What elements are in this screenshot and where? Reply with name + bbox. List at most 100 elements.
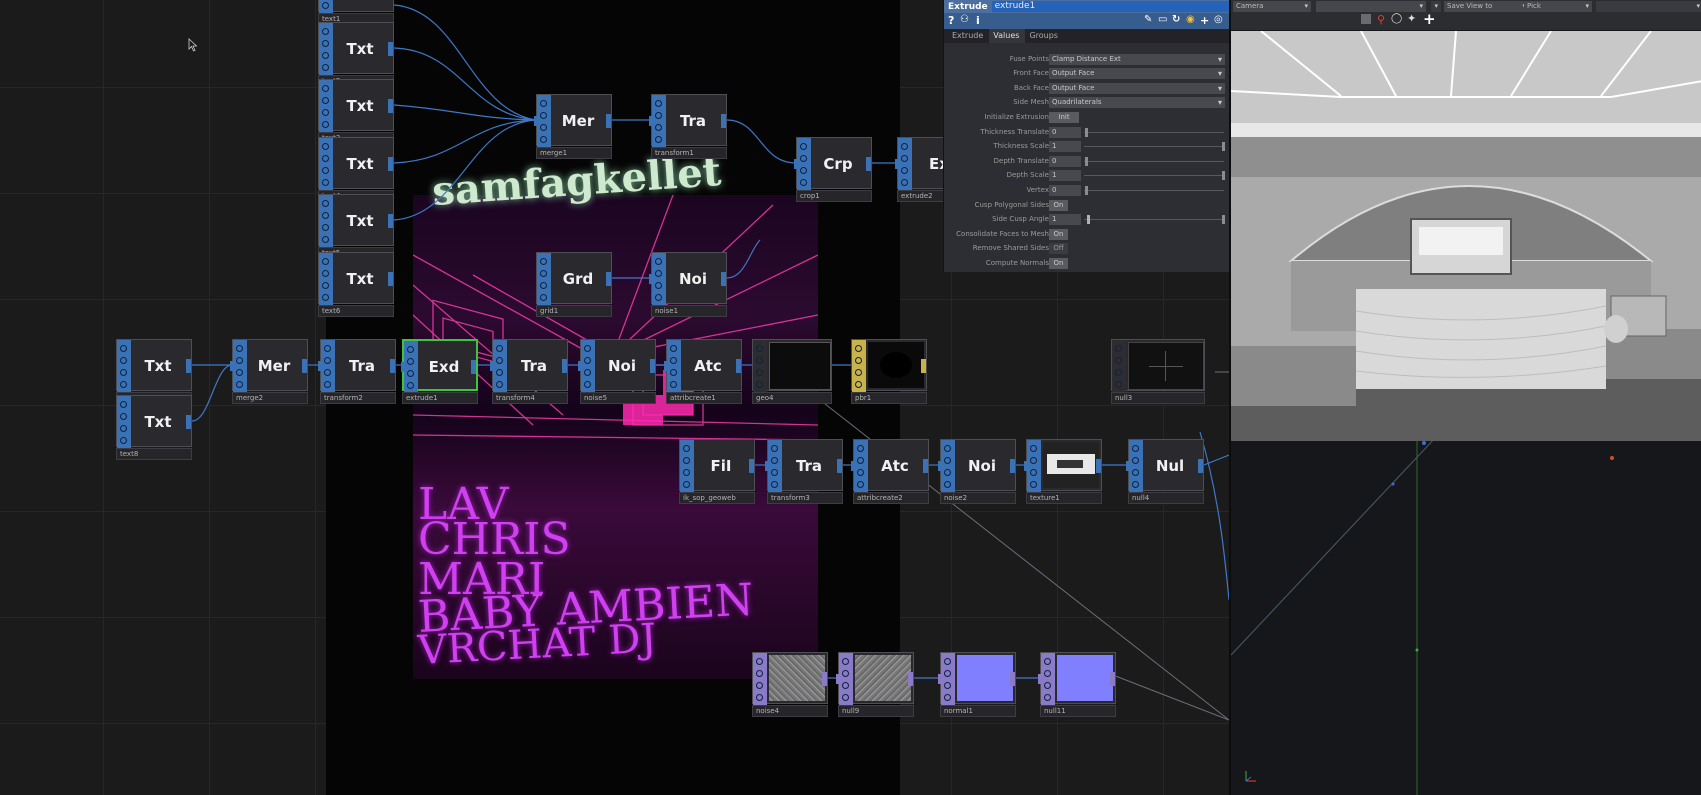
operator-transform2[interactable]: Tra transform2 [318,339,396,405]
vertex-field[interactable]: 0 [1049,185,1081,196]
save-view-select[interactable]: Save View to [1444,1,1529,12]
viewer-blank-field[interactable] [1316,1,1426,12]
param-cusp-polygonal-sides: Cusp Polygonal Sides On [944,199,1231,213]
pencil-icon[interactable]: ✎ [1144,14,1152,25]
operator-transform3[interactable]: Tra transform3 [765,439,843,505]
compute-normals-toggle[interactable]: On [1049,258,1068,269]
wand-icon[interactable]: ✦ [1407,12,1416,25]
operator-crop1[interactable]: Crp crop1 [794,137,872,203]
info-icon[interactable]: i [976,14,980,27]
operator-pbr1[interactable]: pbr1 [851,339,927,405]
operator-type-label: Extrude [948,1,988,12]
operator-null3[interactable]: null3 [1111,339,1205,405]
refresh-icon[interactable]: ↻ [1172,14,1180,25]
depth-translate-field[interactable]: 0 [1049,156,1081,167]
operator-text3[interactable]: Txt text3 [318,79,394,145]
viewer-extra-field[interactable] [1596,1,1701,12]
operator-null4[interactable]: Nul null4 [1126,439,1204,505]
target-icon[interactable]: ◎ [1214,14,1223,25]
snap-icon[interactable]: ⚲ [1377,13,1385,26]
vertex-slider[interactable] [1084,190,1224,191]
viewport-scene[interactable] [1231,30,1701,441]
thickness-scale-field[interactable]: 1 [1049,141,1081,152]
consolidate-faces-toggle[interactable]: On [1049,229,1068,240]
param-vertex: Vertex 0 [944,184,1231,198]
back-face-dropdown[interactable]: Output Face [1049,83,1225,94]
display-options-icon[interactable] [1361,14,1371,24]
param-consolidate-faces: Consolidate Faces to Mesh On [944,228,1231,242]
operator-null9[interactable]: null9 [836,652,914,718]
operator-extrude1-selected[interactable]: Exd extrude1 [401,339,478,405]
thickness-translate-slider[interactable] [1084,132,1224,133]
operator-noise4[interactable]: noise4 [752,652,828,718]
render-icon[interactable]: ◯ [1391,13,1402,24]
operator-geo4[interactable]: geo4 [752,339,832,405]
help-icon[interactable]: ? [948,14,954,27]
operator-text5[interactable]: Txt text5 [318,194,394,260]
tab-groups[interactable]: Groups [1025,29,1064,43]
tab-extrude[interactable]: Extrude [948,29,989,43]
operator-merge1[interactable]: Mer merge1 [534,94,612,160]
depth-scale-field[interactable]: 1 [1049,170,1081,181]
palette-icon[interactable]: ◉ [1186,14,1195,25]
thickness-translate-knob[interactable] [1085,128,1088,137]
param-fuse-points: Fuse Points Clamp Distance Ext [944,53,1231,67]
depth-scale-knob[interactable] [1222,171,1225,180]
operator-normal1[interactable]: normal1 [938,652,1016,718]
front-face-dropdown[interactable]: Output Face [1049,68,1225,79]
depth-translate-slider[interactable] [1084,161,1224,162]
operator-null11[interactable]: null11 [1038,652,1116,718]
param-side-cusp-angle: Side Cusp Angle 1 [944,213,1231,227]
depth-scale-slider[interactable] [1084,175,1224,176]
operator-text6[interactable]: Txt text6 [318,252,394,318]
comment-icon[interactable]: ▭ [1158,14,1167,25]
depth-translate-knob[interactable] [1085,157,1088,166]
param-compute-normals: Compute Normals On [944,257,1231,271]
param-thickness-translate: Thickness Translate 0 [944,126,1231,140]
operator-noise5[interactable]: Noi noise5 [578,339,656,405]
operator-noise1[interactable]: Noi noise1 [649,252,727,318]
operator-attribcreate2[interactable]: Atc attribcreate2 [851,439,929,505]
scene-render [1231,30,1701,441]
side-cusp-angle-knob[interactable] [1087,215,1090,224]
param-depth-scale: Depth Scale 1 [944,169,1231,183]
side-cusp-angle-field[interactable]: 1 [1049,214,1081,225]
param-front-face: Front Face Output Face [944,67,1231,81]
operator-grid1[interactable]: Grd grid1 [536,252,612,318]
thickness-scale-slider[interactable] [1084,146,1224,147]
tab-values[interactable]: Values [989,29,1026,43]
add-view-icon[interactable]: + [1423,10,1436,28]
viewer-toolbar: Camera Save View to Pick ⚲ ◯ ✦ + [1231,0,1701,30]
operator-name-field[interactable]: extrude1 [991,1,1229,12]
add-icon[interactable]: + [1200,14,1209,27]
fuse-points-dropdown[interactable]: Clamp Distance Ext [1049,54,1225,65]
parameter-icon-bar: ? ⚇ i ✎ ▭ ↻ ◉ + ◎ [944,13,1231,29]
param-depth-translate: Depth Translate 0 [944,155,1231,169]
param-thickness-scale: Thickness Scale 1 [944,140,1231,154]
operator-filein[interactable]: FiI ik_sop_geoweb [679,439,755,505]
vertex-knob[interactable] [1085,186,1088,195]
viewport-grid-axes [1231,441,1614,795]
camera-select[interactable]: Camera [1233,1,1311,12]
mouse-cursor-icon [188,38,198,52]
cusp-polygonal-sides-toggle[interactable]: On [1049,200,1068,211]
init-button[interactable]: Init [1049,112,1079,123]
pick-mode-select[interactable]: Pick [1524,1,1592,12]
thickness-translate-field[interactable]: 0 [1049,127,1081,138]
operator-noise2[interactable]: Noi noise2 [938,439,1016,505]
side-cusp-angle-end [1222,215,1225,224]
param-back-face: Back Face Output Face [944,82,1231,96]
scene-viewer[interactable]: Camera Save View to Pick ⚲ ◯ ✦ + [1229,0,1701,795]
operator-text8[interactable]: Txt text8 [116,395,192,461]
parameter-titlebar: Extrude extrude1 [944,0,1231,13]
side-cusp-angle-slider[interactable] [1084,219,1224,220]
operator-merge2[interactable]: Mer merge2 [230,339,308,405]
thickness-scale-knob[interactable] [1222,142,1225,151]
operator-transform4[interactable]: Tra transform4 [490,339,568,405]
side-mesh-dropdown[interactable]: Quadrilaterals [1049,97,1225,108]
operator-texture1[interactable]: texture1 [1024,439,1102,505]
remove-shared-sides-toggle[interactable]: Off [1049,243,1068,254]
operator-attribcreate1[interactable]: Atc attribcreate1 [664,339,742,405]
python-icon[interactable]: ⚇ [960,14,969,25]
operator-transform1[interactable]: Tra transform1 [649,94,727,160]
